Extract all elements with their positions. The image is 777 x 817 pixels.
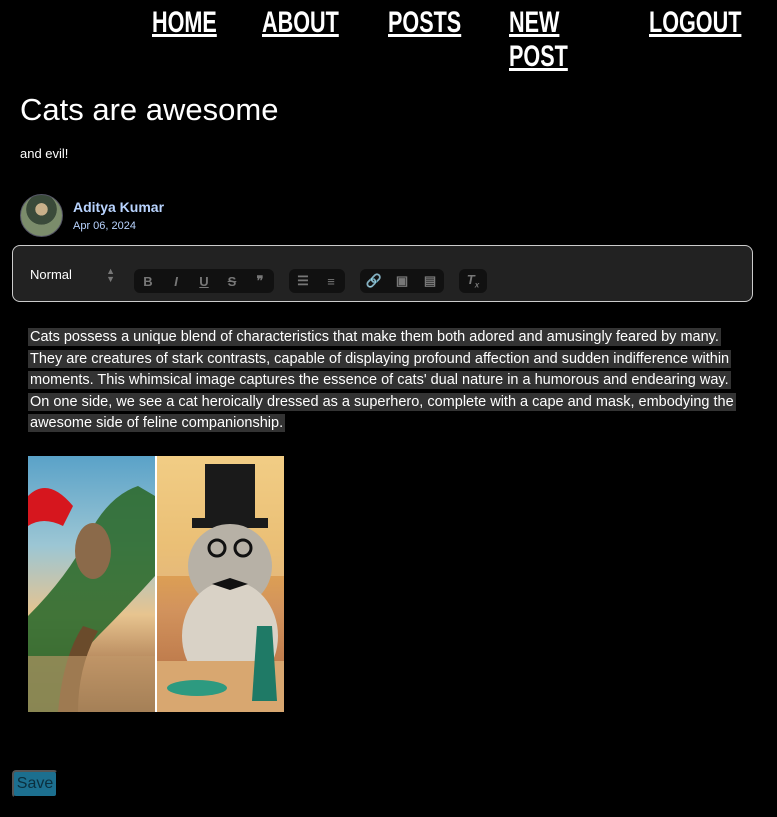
post-body: Cats possess a unique blend of character… bbox=[28, 328, 736, 432]
nav-about[interactable]: ABOUT bbox=[262, 6, 339, 74]
author-name[interactable]: Aditya Kumar bbox=[73, 199, 164, 215]
author-block: Aditya Kumar Apr 06, 2024 bbox=[20, 194, 164, 237]
post-title: Cats are awesome bbox=[20, 92, 279, 127]
video-icon[interactable]: ▤ bbox=[416, 273, 444, 289]
italic-icon[interactable]: I bbox=[162, 274, 190, 289]
editor-toolbar: Normal ▲ ▼ B I U S ❞ ☰ ≡ 🔗 ▣ ▤ Tx bbox=[12, 245, 753, 302]
image-icon[interactable]: ▣ bbox=[388, 273, 416, 289]
clear-group: Tx bbox=[459, 269, 487, 293]
post-date: Apr 06, 2024 bbox=[73, 220, 136, 232]
nav-home[interactable]: HOME bbox=[152, 6, 217, 74]
blockquote-icon[interactable]: ❞ bbox=[246, 273, 274, 289]
bullet-list-icon[interactable]: ≡ bbox=[317, 274, 345, 289]
format-select-label: Normal bbox=[30, 267, 72, 282]
post-image bbox=[28, 456, 284, 712]
text-format-group: B I U S ❞ bbox=[134, 269, 274, 293]
save-button[interactable]: Save bbox=[12, 770, 58, 798]
gentleman-cat-image bbox=[157, 456, 284, 712]
underline-icon[interactable]: U bbox=[190, 274, 218, 289]
editor-content[interactable]: Cats possess a unique blend of character… bbox=[28, 327, 738, 435]
clear-format-icon[interactable]: Tx bbox=[459, 272, 487, 290]
author-info: Aditya Kumar Apr 06, 2024 bbox=[73, 199, 164, 232]
strike-icon[interactable]: S bbox=[218, 274, 246, 289]
list-group: ☰ ≡ bbox=[289, 269, 345, 293]
nav-new-post[interactable]: NEW POST bbox=[509, 6, 597, 74]
main-nav: HOME ABOUT POSTS NEW POST LOGOUT bbox=[152, 6, 777, 74]
superhero-cat-image bbox=[28, 456, 155, 712]
nav-logout[interactable]: LOGOUT bbox=[649, 6, 741, 74]
bold-icon[interactable]: B bbox=[134, 274, 162, 289]
post-subtitle: and evil! bbox=[20, 146, 69, 161]
nav-posts[interactable]: POSTS bbox=[388, 6, 461, 74]
format-select[interactable]: Normal ▲ ▼ bbox=[30, 267, 115, 285]
ordered-list-icon[interactable]: ☰ bbox=[289, 273, 317, 289]
chevron-up-down-icon: ▲ ▼ bbox=[106, 266, 115, 284]
avatar bbox=[20, 194, 63, 237]
media-group: 🔗 ▣ ▤ bbox=[360, 269, 444, 293]
link-icon[interactable]: 🔗 bbox=[360, 273, 388, 289]
